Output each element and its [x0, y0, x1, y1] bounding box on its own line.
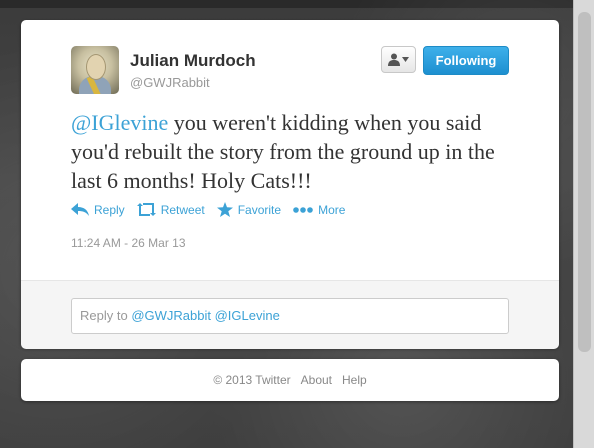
star-icon [216, 202, 233, 217]
favorite-action[interactable]: Favorite [216, 202, 282, 217]
tweet-mention-link[interactable]: @IGlevine [71, 110, 168, 135]
retweet-icon [136, 203, 156, 216]
reply-label: Reply [94, 202, 125, 217]
scrollbar-thumb[interactable] [578, 12, 591, 352]
reply-icon [71, 203, 89, 216]
reply-mentions: @GWJRabbit @IGLevine [131, 308, 280, 323]
caret-down-icon [402, 57, 409, 62]
more-label: More [318, 202, 346, 217]
person-icon [388, 53, 400, 66]
tweet-card: Julian Murdoch @GWJRabbit Following @IGl… [21, 20, 559, 349]
reply-prefix: Reply to [80, 308, 132, 323]
footer: © 2013 Twitter About Help [21, 359, 559, 401]
retweet-action[interactable]: Retweet [136, 202, 205, 217]
tweet-actions: Reply Retweet Favorite More [71, 202, 345, 217]
tweet-text: @IGlevine you weren't kidding when you s… [71, 108, 521, 195]
more-icon [293, 206, 313, 213]
following-button[interactable]: Following [423, 46, 509, 75]
retweet-label: Retweet [160, 202, 205, 217]
favorite-label: Favorite [237, 202, 282, 217]
author-name[interactable]: Julian Murdoch [130, 51, 256, 71]
copyright-text: © 2013 Twitter [213, 373, 291, 387]
tweet-timestamp[interactable]: 11:24 AM - 26 Mar 13 [71, 236, 186, 250]
user-actions-button[interactable] [381, 46, 416, 73]
author-handle[interactable]: @GWJRabbit [130, 75, 210, 90]
reply-input[interactable]: Reply to @GWJRabbit @IGLevine [71, 298, 509, 334]
more-action[interactable]: More [293, 203, 345, 217]
avatar[interactable] [71, 46, 119, 94]
about-link[interactable]: About [301, 373, 332, 387]
help-link[interactable]: Help [342, 373, 367, 387]
reply-area: Reply to @GWJRabbit @IGLevine [21, 280, 559, 349]
scrollbar[interactable] [573, 0, 594, 448]
reply-action[interactable]: Reply [71, 203, 125, 217]
